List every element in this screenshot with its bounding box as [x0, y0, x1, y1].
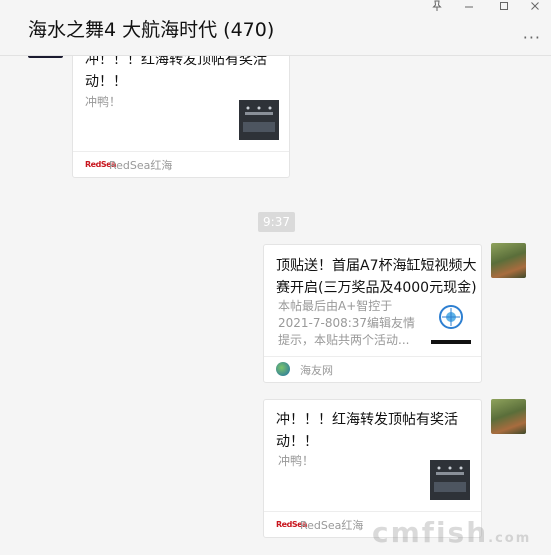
close-icon[interactable]: [522, 0, 548, 14]
minimize-icon[interactable]: [456, 0, 482, 14]
card-thumbnail: [430, 460, 470, 500]
maximize-icon[interactable]: [491, 0, 517, 14]
card-source: 海友网: [300, 364, 333, 377]
card-description: 冲鸭！: [85, 95, 122, 109]
card-source: RedSea红海: [109, 159, 173, 172]
title-bar: 海水之舞4 大航海时代 (470) ···: [0, 0, 551, 56]
card-source: RedSea红海: [300, 519, 364, 532]
watermark: cmfish.com: [372, 516, 532, 549]
card-footer: 海友网: [264, 356, 481, 382]
card-description: 本帖最后由A+智控于2021-7-808:37编辑友情提示，本贴共两个活动...: [278, 299, 416, 347]
more-icon[interactable]: ···: [523, 28, 541, 47]
my-avatar[interactable]: [491, 243, 526, 278]
my-avatar[interactable]: [491, 399, 526, 434]
card-footer: RedSea RedSea红海: [73, 151, 289, 177]
card-title: 顶贴送！首届A7杯海缸短视频大赛开启(三万奖品及4000元现金): [276, 258, 477, 296]
card-description: 冲鸭！: [278, 454, 315, 468]
timestamp: 9:37: [258, 212, 295, 232]
haiyou-logo-icon: [276, 362, 290, 376]
chat-title: 海水之舞4 大航海时代 (470): [28, 19, 275, 41]
link-card[interactable]: 顶贴送！首届A7杯海缸短视频大赛开启(三万奖品及4000元现金) 本帖最后由A+…: [263, 244, 482, 383]
chat-area: 冲！！！红海转发顶帖有奖活动！！ 冲鸭！ RedSea RedSea红海 9:3…: [0, 0, 551, 555]
card-thumbnail: [239, 100, 279, 140]
card-thumbnail: [431, 300, 471, 344]
card-title: 冲！！！红海转发顶帖有奖活动！！: [276, 412, 458, 450]
pin-icon[interactable]: [424, 0, 450, 14]
